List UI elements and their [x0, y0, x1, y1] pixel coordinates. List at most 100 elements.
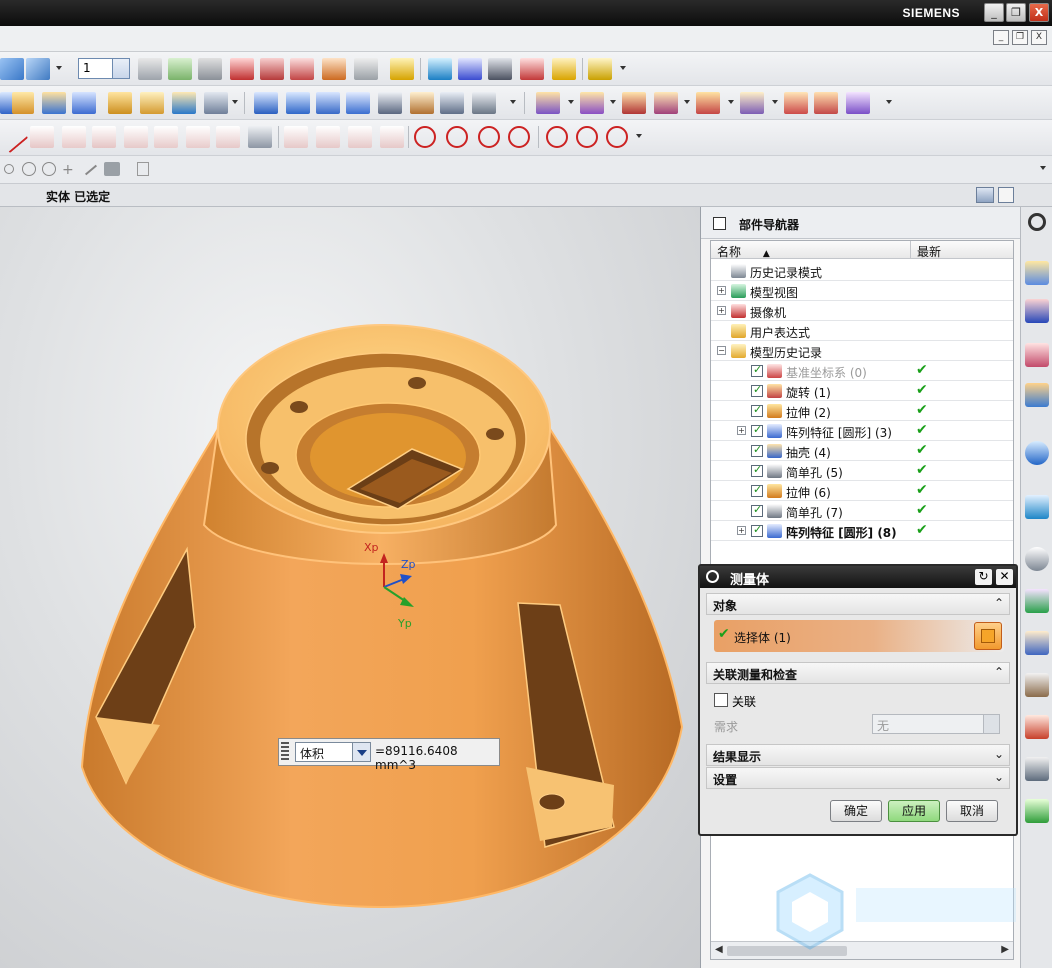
tree-row[interactable]: 拉伸 (6) ✔ [711, 481, 1013, 501]
copy-to-layer-icon[interactable] [198, 58, 222, 80]
maximize-button[interactable]: ❐ [1006, 3, 1026, 22]
chevron-down-icon[interactable] [636, 134, 642, 138]
feature-checkbox[interactable] [751, 503, 763, 517]
feature-checkbox[interactable] [751, 363, 763, 377]
doc-minimize-button[interactable]: _ [993, 30, 1009, 45]
doc-close-button[interactable]: X [1031, 30, 1047, 45]
circle-center-icon[interactable] [546, 126, 568, 148]
chevron-down-icon[interactable] [56, 66, 62, 70]
layer-select[interactable]: 1 [78, 58, 130, 79]
chevron-down-icon[interactable] [510, 100, 516, 104]
tree-row[interactable]: + 模型视图 [711, 281, 1013, 301]
column-name-header[interactable]: 名称 ▲ [711, 241, 911, 259]
snap-quadrant-icon[interactable] [42, 162, 56, 176]
chevron-down-icon[interactable] [772, 100, 778, 104]
tree-row[interactable]: 旋转 (1) ✔ [711, 381, 1013, 401]
line-icon[interactable] [0, 120, 29, 154]
column-latest-header[interactable]: 最新 [911, 241, 1013, 259]
info-icon[interactable] [1025, 441, 1049, 465]
status-option-icon[interactable] [976, 187, 994, 203]
associative-checkbox[interactable] [714, 693, 728, 707]
chevron-down-icon[interactable] [1040, 166, 1046, 170]
circle-radius-icon[interactable] [508, 126, 530, 148]
chevron-down-icon[interactable] [886, 100, 892, 104]
tree-row[interactable]: 基准坐标系 (0) ✔ [711, 361, 1013, 381]
feature-icon[interactable] [108, 92, 132, 114]
scroll-left-icon[interactable]: ◀ [715, 944, 723, 955]
unite-icon[interactable] [536, 92, 560, 114]
intersect-icon[interactable] [622, 92, 646, 114]
tools-icon[interactable] [390, 58, 414, 80]
surface-icon[interactable] [254, 92, 278, 114]
reuse-library-icon[interactable] [1025, 383, 1049, 407]
edit-feature-icon[interactable] [846, 92, 870, 114]
snap-point-icon[interactable] [428, 58, 452, 80]
tree-row[interactable]: 拉伸 (2) ✔ [711, 401, 1013, 421]
apply-button[interactable]: 应用 [888, 800, 940, 822]
tree-row[interactable]: 简单孔 (7) ✔ [711, 501, 1013, 521]
snap-center-icon[interactable] [520, 58, 544, 80]
blend-icon[interactable] [140, 92, 164, 114]
corner-icon[interactable] [380, 126, 404, 148]
circle-icon[interactable] [414, 126, 436, 148]
chevron-down-icon[interactable] [112, 59, 129, 78]
pin-checkbox[interactable] [713, 217, 726, 230]
helix-icon[interactable] [216, 126, 240, 148]
wcs-dynamic-icon[interactable] [260, 58, 284, 80]
requirement-select[interactable]: 无 [872, 714, 1000, 734]
gear-icon[interactable] [706, 570, 719, 583]
section-settings[interactable]: 设置 ⌄ [706, 767, 1010, 789]
graphics-viewport[interactable]: Xp Zp Yp 体积 =89116.6408 mm^3 [0, 207, 700, 968]
csys-icon[interactable] [0, 58, 24, 80]
wcs-display-icon[interactable] [354, 58, 378, 80]
feature-checkbox[interactable] [751, 523, 763, 537]
system-scene-icon[interactable] [1025, 757, 1049, 781]
expand-toggle[interactable]: + [717, 286, 726, 295]
select-body-button[interactable] [974, 622, 1002, 650]
tree-row[interactable]: 用户表达式 [711, 321, 1013, 341]
feature-checkbox[interactable] [751, 463, 763, 477]
tree-row[interactable]: + 摄像机 [711, 301, 1013, 321]
snap-center-point-icon[interactable] [22, 162, 36, 176]
web-browser-icon[interactable] [1025, 495, 1049, 519]
wcs-origin-icon[interactable] [230, 58, 254, 80]
feature-checkbox[interactable] [751, 443, 763, 457]
expand-toggle[interactable]: + [737, 426, 746, 435]
chevron-down-icon[interactable] [620, 66, 626, 70]
chevron-up-icon[interactable]: ⌃ [994, 596, 1004, 610]
tree-row[interactable]: 抽壳 (4) ✔ [711, 441, 1013, 461]
fullscreen-icon[interactable] [998, 187, 1014, 203]
chamfer-icon[interactable] [172, 92, 196, 114]
circle-point-icon[interactable] [606, 126, 628, 148]
tree-row[interactable]: 历史记录模式 [711, 261, 1013, 281]
expand-toggle[interactable]: + [717, 306, 726, 315]
grid-icon[interactable] [248, 126, 272, 148]
system-materials-icon[interactable] [1025, 589, 1049, 613]
line-tangent-icon[interactable] [62, 126, 86, 148]
trim-icon[interactable] [410, 92, 434, 114]
expand-toggle[interactable]: − [717, 346, 726, 355]
chevron-down-icon[interactable] [983, 715, 999, 733]
cancel-button[interactable]: 取消 [946, 800, 998, 822]
measure-type-select[interactable]: 体积 [295, 742, 371, 762]
arc-icon[interactable] [124, 126, 148, 148]
layer-settings-icon[interactable] [138, 58, 162, 80]
doc-restore-button[interactable]: ❐ [1012, 30, 1028, 45]
trim-body-icon[interactable] [654, 92, 678, 114]
manufacturing-wizard-icon[interactable] [1025, 673, 1049, 697]
ok-button[interactable]: 确定 [830, 800, 882, 822]
history-icon[interactable] [1025, 547, 1049, 571]
assembly-navigator-icon[interactable] [1025, 261, 1049, 285]
tree-row[interactable]: + 阵列特征 [圆形] (3) ✔ [711, 421, 1013, 441]
extrude-tool-icon[interactable] [12, 92, 34, 114]
tree-row[interactable]: + 阵列特征 [圆形] (8) ✔ [711, 521, 1013, 541]
revolve-tool-icon[interactable] [42, 92, 66, 114]
swept-icon[interactable] [286, 92, 310, 114]
feature-checkbox[interactable] [751, 403, 763, 417]
section-associative[interactable]: 关联测量和检查 ⌃ [706, 662, 1010, 684]
arc-tangent-icon[interactable] [154, 126, 178, 148]
chamfer-curve-icon[interactable] [316, 126, 340, 148]
filter-icon[interactable] [137, 162, 149, 176]
line-perp-icon[interactable] [92, 126, 116, 148]
snap-end-icon[interactable] [458, 58, 482, 80]
